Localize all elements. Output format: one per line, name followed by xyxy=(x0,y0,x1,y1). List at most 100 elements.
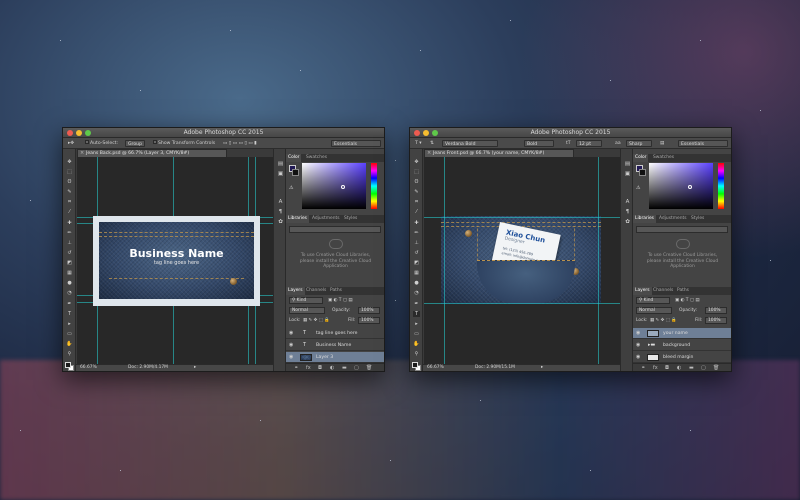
tab-libraries[interactable]: Libraries xyxy=(286,215,309,223)
tab-channels[interactable]: Channels xyxy=(306,287,326,295)
quick-select-tool-icon[interactable]: ✎ xyxy=(66,189,73,195)
photoshop-window-front[interactable]: Adobe Photoshop CC 2015 T ▾ ⇅ Verdana Bo… xyxy=(409,127,732,372)
font-size-field[interactable]: 12 pt xyxy=(576,139,602,147)
layer-row-selected[interactable]: ◉ Layer 3 xyxy=(286,352,384,363)
visibility-eye-icon[interactable]: ◉ xyxy=(289,352,293,363)
visibility-eye-icon[interactable]: ◉ xyxy=(289,340,293,351)
dodge-tool-icon[interactable]: ◔ xyxy=(413,290,420,296)
zoom-tool-icon[interactable]: ⚲ xyxy=(413,351,420,357)
font-family-dropdown[interactable]: Verdana Bold xyxy=(442,139,498,147)
background-color-chip[interactable] xyxy=(639,169,646,176)
new-layer-icon[interactable]: ▢ xyxy=(701,364,706,371)
color-picker-cursor[interactable] xyxy=(688,185,692,189)
pen-tool-icon[interactable]: ✒ xyxy=(66,301,73,307)
lock-icons[interactable]: ▦ ✎ ✥ ⬚ 🔒 xyxy=(303,317,330,324)
layer-style-icon[interactable]: fx xyxy=(306,364,311,371)
eyedropper-tool-icon[interactable]: ⁄ xyxy=(413,209,420,215)
gradient-tool-icon[interactable]: ▦ xyxy=(66,270,73,276)
opacity-field[interactable]: 100% xyxy=(705,307,727,314)
library-dropdown[interactable] xyxy=(289,226,381,233)
brush-tool-icon[interactable]: ✏ xyxy=(66,230,73,236)
new-group-icon[interactable]: ▬ xyxy=(342,364,347,371)
tab-channels[interactable]: Channels xyxy=(653,287,673,295)
shape-tool-icon[interactable]: ▭ xyxy=(66,331,73,337)
status-menu-icon[interactable]: ▸ xyxy=(541,365,543,371)
close-tab-icon[interactable]: × xyxy=(427,150,431,157)
eraser-tool-icon[interactable]: ◩ xyxy=(66,260,73,266)
properties-icon[interactable]: ▣ xyxy=(277,171,284,178)
layer-filter-icons[interactable]: ▣ ◐ T ▢ ▤ xyxy=(328,297,353,304)
zoom-level[interactable]: 66.67% xyxy=(427,365,444,371)
delete-layer-icon[interactable]: 🗑 xyxy=(366,364,372,371)
fill-field[interactable]: 100% xyxy=(705,317,727,324)
crop-tool-icon[interactable]: ⌗ xyxy=(66,199,73,205)
character-icon[interactable]: A xyxy=(624,199,631,206)
new-layer-icon[interactable]: ▢ xyxy=(354,364,359,371)
brush-tool-icon[interactable]: ✏ xyxy=(413,230,420,236)
new-group-icon[interactable]: ▬ xyxy=(689,364,694,371)
color-picker-cursor[interactable] xyxy=(341,185,345,189)
text-align-icon[interactable]: ▤ xyxy=(660,140,664,148)
visibility-eye-icon[interactable]: ◉ xyxy=(289,328,293,339)
zoom-level[interactable]: 66.67% xyxy=(80,365,97,371)
title-bar[interactable]: Adobe Photoshop CC 2015 xyxy=(63,128,384,138)
adjustment-layer-icon[interactable]: ◐ xyxy=(330,364,334,371)
history-brush-tool-icon[interactable]: ↺ xyxy=(413,250,420,256)
type-tool-icon[interactable]: T xyxy=(413,311,420,317)
quick-select-tool-icon[interactable]: ✎ xyxy=(413,189,420,195)
card-back-frame[interactable]: Business Name tag line goes here xyxy=(93,216,260,306)
hue-slider[interactable] xyxy=(371,163,377,209)
move-tool-icon[interactable]: ✥ xyxy=(66,159,73,165)
tab-color[interactable]: Color xyxy=(633,154,649,162)
tab-paths[interactable]: Paths xyxy=(677,287,689,295)
font-style-dropdown[interactable]: Bold xyxy=(524,139,554,147)
eyedropper-tool-icon[interactable]: ⁄ xyxy=(66,209,73,215)
layer-filter-dropdown[interactable]: ⚲ Kind xyxy=(636,297,670,304)
foreground-color-swatch[interactable] xyxy=(65,362,71,368)
hue-slider[interactable] xyxy=(718,163,724,209)
layer-style-icon[interactable]: fx xyxy=(653,364,658,371)
brushes-icon[interactable]: ✿ xyxy=(624,219,631,226)
lasso-tool-icon[interactable]: ʘ xyxy=(66,179,73,185)
tab-color[interactable]: Color xyxy=(286,154,302,162)
gradient-tool-icon[interactable]: ▦ xyxy=(413,270,420,276)
link-layers-icon[interactable]: ⚭ xyxy=(294,364,298,371)
workspace-dropdown[interactable]: Essentials xyxy=(331,139,381,147)
hand-tool-icon[interactable]: ✋ xyxy=(66,341,73,347)
dodge-tool-icon[interactable]: ◔ xyxy=(66,290,73,296)
visibility-eye-icon[interactable]: ◉ xyxy=(636,352,640,363)
healing-tool-icon[interactable]: ✚ xyxy=(66,220,73,226)
tab-adjustments[interactable]: Adjustments xyxy=(659,215,687,223)
blur-tool-icon[interactable]: ● xyxy=(66,280,73,286)
lasso-tool-icon[interactable]: ʘ xyxy=(413,179,420,185)
library-dropdown[interactable] xyxy=(636,226,728,233)
document-canvas[interactable]: Xiao Chun Designer tel: (123) 456-789 em… xyxy=(424,157,620,365)
marquee-tool-icon[interactable]: ⬚ xyxy=(66,169,73,175)
close-tab-icon[interactable]: × xyxy=(80,150,84,157)
brushes-icon[interactable]: ✿ xyxy=(277,219,284,226)
link-layers-icon[interactable]: ⚭ xyxy=(641,364,645,371)
tab-styles[interactable]: Styles xyxy=(344,215,357,223)
type-tool-icon[interactable]: T ▾ xyxy=(415,140,422,148)
workspace-dropdown[interactable]: Essentials xyxy=(678,139,728,147)
eraser-tool-icon[interactable]: ◩ xyxy=(413,260,420,266)
tab-adjustments[interactable]: Adjustments xyxy=(312,215,340,223)
fill-field[interactable]: 100% xyxy=(358,317,380,324)
foreground-color-swatch[interactable] xyxy=(412,362,418,368)
layer-row-selected[interactable]: ◉ your name xyxy=(633,328,731,339)
tab-styles[interactable]: Styles xyxy=(691,215,704,223)
character-icon[interactable]: A xyxy=(277,199,284,206)
type-tool-icon[interactable]: T xyxy=(66,311,73,317)
stamp-tool-icon[interactable]: ⊥ xyxy=(66,240,73,246)
text-orientation-icon[interactable]: ⇅ xyxy=(430,140,434,148)
layer-filter-dropdown[interactable]: ⚲ Kind xyxy=(289,297,323,304)
blend-mode-dropdown[interactable]: Normal xyxy=(636,307,672,314)
adjustment-layer-icon[interactable]: ◐ xyxy=(677,364,681,371)
color-field[interactable] xyxy=(302,163,366,209)
stamp-tool-icon[interactable]: ⊥ xyxy=(413,240,420,246)
layer-filter-icons[interactable]: ▣ ◐ T ▢ ▤ xyxy=(675,297,700,304)
add-mask-icon[interactable]: ◘ xyxy=(665,364,669,371)
tab-swatches[interactable]: Swatches xyxy=(306,154,327,162)
path-select-tool-icon[interactable]: ▸ xyxy=(66,321,73,327)
layer-row[interactable]: ◉ T Business Name xyxy=(286,340,384,351)
